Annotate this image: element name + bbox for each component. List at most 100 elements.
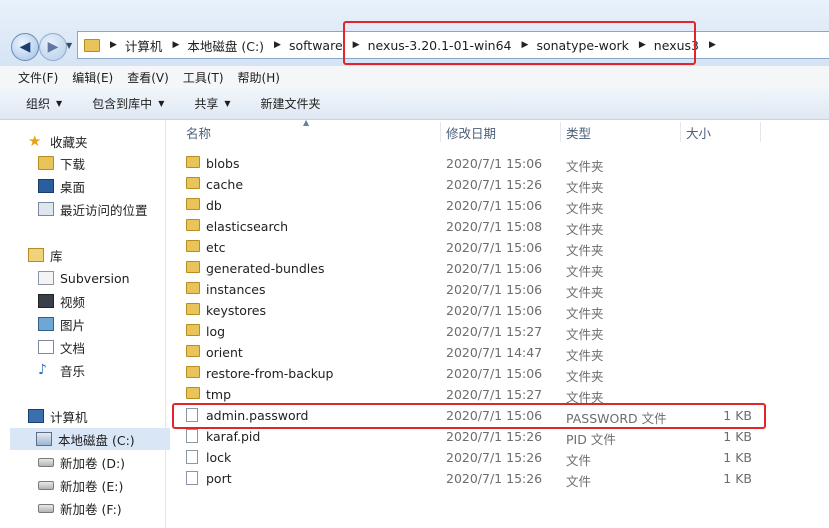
- file-row[interactable]: restore-from-backup 2020/7/1 15:06 文件夹: [166, 363, 829, 384]
- file-type: 文件夹: [566, 285, 604, 300]
- file-row[interactable]: etc 2020/7/1 15:06 文件夹: [166, 237, 829, 258]
- nav-videos[interactable]: 视频: [38, 290, 85, 312]
- file-icon: [186, 429, 198, 443]
- file-name: etc: [206, 240, 226, 255]
- file-type: 文件夹: [566, 159, 604, 174]
- nav-label: 新加卷 (F:): [60, 501, 122, 517]
- file-row[interactable]: cache 2020/7/1 15:26 文件夹: [166, 174, 829, 195]
- file-type: 文件夹: [566, 264, 604, 279]
- file-row[interactable]: lock 2020/7/1 15:26 文件 1 KB: [166, 447, 829, 468]
- column-header-type[interactable]: 类型: [566, 120, 591, 144]
- file-date: 2020/7/1 15:26: [446, 429, 543, 444]
- file-name: orient: [206, 345, 243, 360]
- folder-icon: [84, 38, 100, 52]
- breadcrumb-item[interactable]: 本地磁盘 (C:) ▶: [187, 36, 289, 55]
- file-name: tmp: [206, 387, 232, 402]
- drive-icon: [38, 457, 54, 467]
- nav-label: 计算机: [50, 409, 88, 425]
- column-header-date[interactable]: 修改日期: [446, 120, 496, 144]
- new-folder-label: 新建文件夹: [260, 97, 321, 111]
- nav-drive-e[interactable]: 新加卷 (E:): [38, 474, 123, 496]
- nav-drive-f[interactable]: 新加卷 (F:): [38, 497, 122, 519]
- nav-subversion[interactable]: Subversion: [38, 267, 130, 289]
- column-header-size[interactable]: 大小: [686, 120, 711, 144]
- desktop-icon: [38, 179, 54, 193]
- nav-favorites[interactable]: ★ 收藏夹: [28, 130, 88, 152]
- chevron-right-icon[interactable]: ▶: [110, 40, 117, 50]
- organize-button[interactable]: 组织 ▼: [26, 95, 62, 112]
- recent-places-icon: [38, 202, 54, 216]
- file-size: 1 KB: [723, 450, 752, 465]
- chevron-right-icon[interactable]: ▶: [709, 40, 716, 50]
- column-divider[interactable]: [680, 122, 681, 142]
- menu-tools[interactable]: 工具(T): [183, 69, 224, 86]
- nav-downloads[interactable]: 下载: [38, 152, 85, 174]
- nav-label: 图片: [60, 317, 86, 333]
- file-row[interactable]: instances 2020/7/1 15:06 文件夹: [166, 279, 829, 300]
- include-library-label: 包含到库中: [92, 97, 153, 111]
- file-name: elasticsearch: [206, 219, 289, 234]
- menu-edit[interactable]: 编辑(E): [72, 69, 113, 86]
- file-size: 1 KB: [723, 471, 752, 486]
- nav-pictures[interactable]: 图片: [38, 313, 85, 335]
- file-name: karaf.pid: [206, 429, 261, 444]
- include-library-button[interactable]: 包含到库中 ▼: [92, 95, 164, 112]
- nav-libraries[interactable]: 库: [28, 244, 63, 266]
- nav-computer[interactable]: 计算机: [28, 405, 88, 427]
- history-dropdown-icon[interactable]: ▼: [66, 41, 72, 50]
- column-divider[interactable]: [760, 122, 761, 142]
- chevron-right-icon[interactable]: ▶: [172, 40, 179, 50]
- breadcrumb-item[interactable]: 计算机 ▶: [125, 36, 187, 55]
- file-date: 2020/7/1 15:27: [446, 324, 543, 339]
- folder-icon: [186, 345, 200, 357]
- nav-drive-c[interactable]: 本地磁盘 (C:): [10, 428, 170, 450]
- file-icon: [186, 471, 198, 485]
- file-type: 文件夹: [566, 348, 604, 363]
- forward-button[interactable]: ▶: [39, 33, 67, 61]
- file-row[interactable]: log 2020/7/1 15:27 文件夹: [166, 321, 829, 342]
- file-type: 文件夹: [566, 306, 604, 321]
- file-row[interactable]: karaf.pid 2020/7/1 15:26 PID 文件 1 KB: [166, 426, 829, 447]
- folder-icon: [186, 240, 200, 252]
- nav-drive-d[interactable]: 新加卷 (D:): [38, 451, 125, 473]
- file-row[interactable]: keystores 2020/7/1 15:06 文件夹: [166, 300, 829, 321]
- back-button[interactable]: ◀: [11, 33, 39, 61]
- column-header-name[interactable]: 名称: [186, 120, 211, 144]
- file-name: blobs: [206, 156, 240, 171]
- file-date: 2020/7/1 15:06: [446, 366, 543, 381]
- file-row[interactable]: elasticsearch 2020/7/1 15:08 文件夹: [166, 216, 829, 237]
- file-row[interactable]: blobs 2020/7/1 15:06 文件夹: [166, 153, 829, 174]
- file-row[interactable]: tmp 2020/7/1 15:27 文件夹: [166, 384, 829, 405]
- share-button[interactable]: 共享 ▼: [194, 95, 230, 112]
- nav-desktop[interactable]: 桌面: [38, 175, 85, 197]
- column-divider[interactable]: [440, 122, 441, 142]
- nav-label: 新加卷 (D:): [60, 455, 126, 471]
- menu-view[interactable]: 查看(V): [127, 69, 169, 86]
- file-name: keystores: [206, 303, 267, 318]
- new-folder-button[interactable]: 新建文件夹: [261, 95, 321, 112]
- file-date: 2020/7/1 15:06: [446, 240, 543, 255]
- file-type: 文件夹: [566, 327, 604, 342]
- column-label: 类型: [566, 125, 592, 141]
- file-row[interactable]: orient 2020/7/1 14:47 文件夹: [166, 342, 829, 363]
- subversion-icon: [38, 271, 54, 285]
- chevron-right-icon[interactable]: ▶: [274, 40, 281, 50]
- file-name: instances: [206, 282, 266, 297]
- dropdown-icon: ▼: [224, 99, 231, 108]
- column-divider[interactable]: [560, 122, 561, 142]
- file-name: port: [206, 471, 232, 486]
- nav-music[interactable]: ♪ 音乐: [38, 359, 85, 381]
- column-label: 修改日期: [446, 125, 497, 141]
- file-name: cache: [206, 177, 244, 192]
- file-type: 文件: [566, 474, 592, 489]
- nav-recent[interactable]: 最近访问的位置: [38, 198, 148, 220]
- folder-icon: [186, 177, 200, 189]
- file-row[interactable]: port 2020/7/1 15:26 文件 1 KB: [166, 468, 829, 489]
- file-type: 文件: [566, 453, 592, 468]
- file-row[interactable]: db 2020/7/1 15:06 文件夹: [166, 195, 829, 216]
- menu-help[interactable]: 帮助(H): [238, 69, 280, 86]
- file-row[interactable]: generated-bundles 2020/7/1 15:06 文件夹: [166, 258, 829, 279]
- nav-documents[interactable]: 文档: [38, 336, 85, 358]
- menu-file[interactable]: 文件(F): [18, 69, 58, 86]
- nav-label: 库: [50, 248, 63, 264]
